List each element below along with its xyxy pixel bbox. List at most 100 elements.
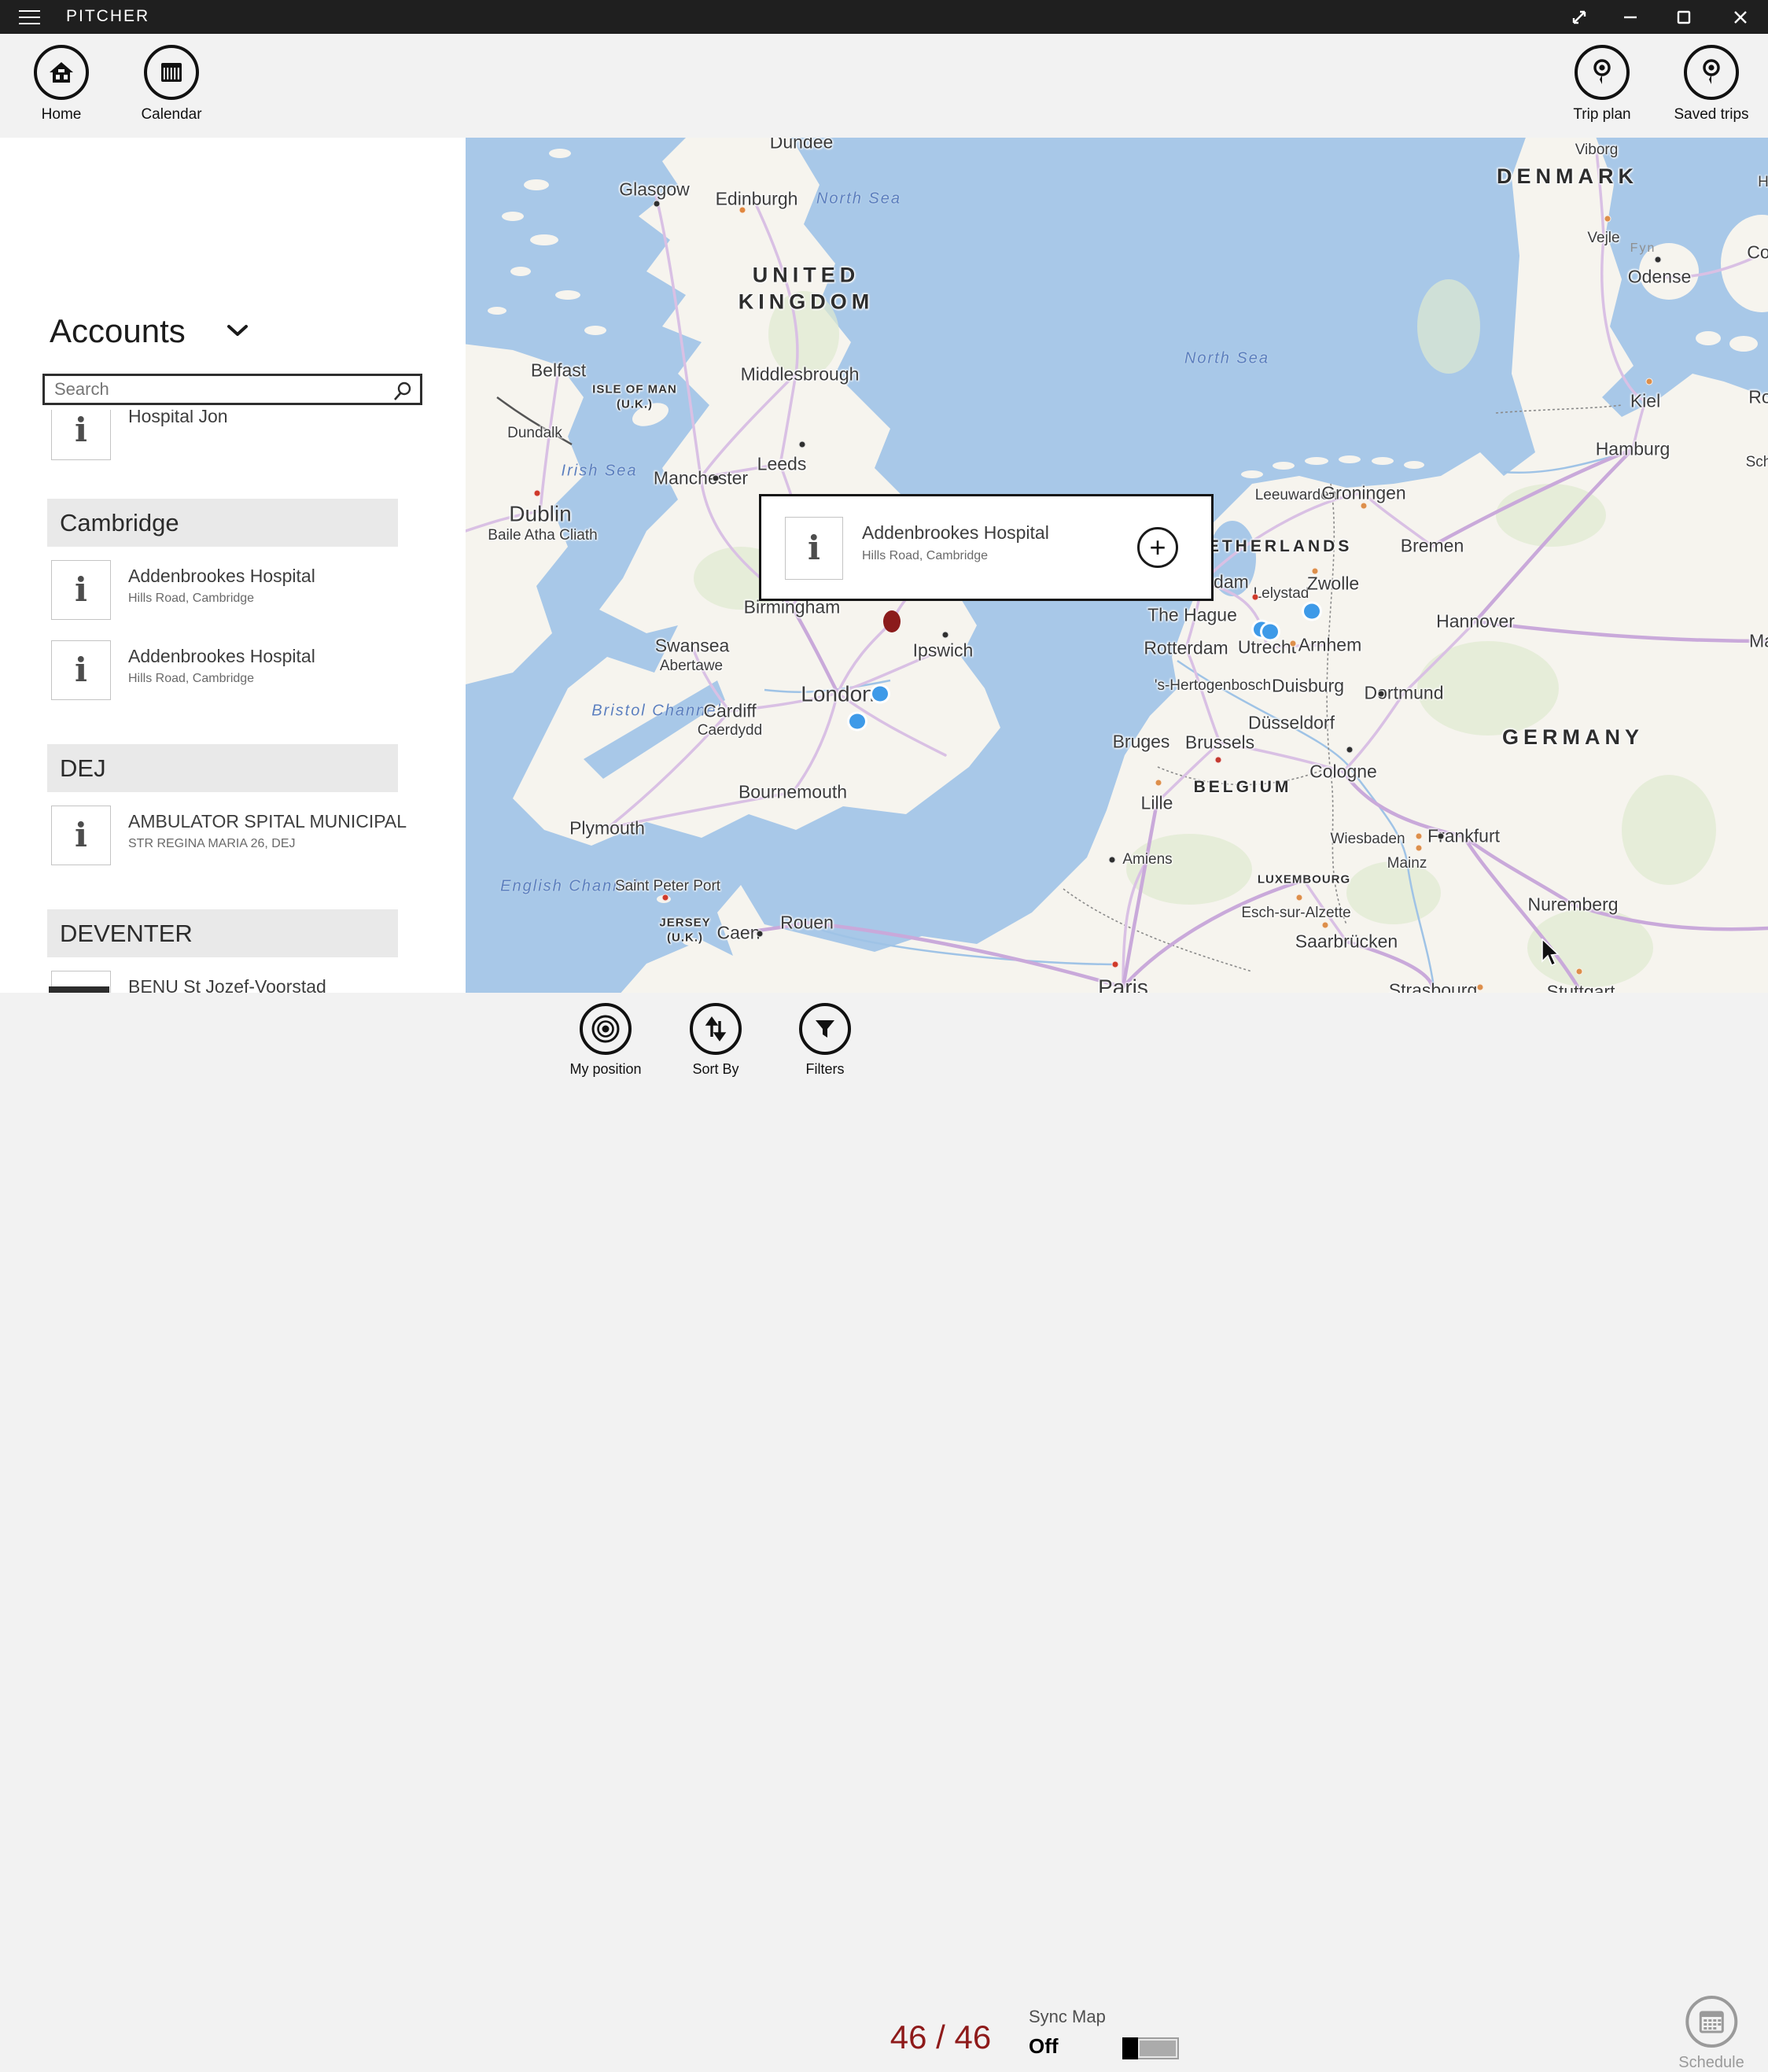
map-label: Kiel xyxy=(1630,390,1660,413)
mouse-cursor xyxy=(1541,938,1564,968)
list-item-title: AMBULATOR SPITAL MUNICIPAL xyxy=(128,811,407,832)
map-label: Esch-sur-Alzette xyxy=(1241,904,1350,923)
map-label: Duisburg xyxy=(1272,675,1344,698)
list-item[interactable]: iBENU St Jozef-VoorstadLouis Pasteurstra… xyxy=(51,971,466,993)
clipped-item-icon xyxy=(49,986,109,993)
maximize-icon[interactable] xyxy=(1658,0,1710,34)
city-dot xyxy=(942,632,949,639)
map-label: LUXEMBOURG xyxy=(1258,873,1350,888)
filter-icon xyxy=(799,1003,851,1055)
city-dot xyxy=(739,207,746,214)
info-icon: i xyxy=(51,560,111,620)
sort-icon xyxy=(690,1003,742,1055)
map-pin-blue[interactable] xyxy=(1302,602,1322,621)
info-icon: i xyxy=(51,410,111,460)
nav-button-calendar[interactable]: Calendar xyxy=(116,45,227,124)
map-label: Co xyxy=(1747,241,1768,264)
map-label: Bruges xyxy=(1113,731,1170,754)
search-input[interactable] xyxy=(45,376,420,403)
map-label: Düsseldorf xyxy=(1248,712,1335,735)
city-dot xyxy=(1416,845,1423,852)
map-label: JERSEY (U.K.) xyxy=(659,916,710,946)
map-label: BELGIUM xyxy=(1194,777,1292,798)
city-dot xyxy=(1112,961,1119,968)
map-label: Irish Sea xyxy=(562,462,638,481)
nav-button-label: Saved trips xyxy=(1656,106,1766,124)
list-item[interactable]: iAddenbrookes HospitalHills Road, Cambri… xyxy=(51,560,466,620)
bottom-button-label: Sort By xyxy=(657,1061,775,1078)
map-label: The Hague xyxy=(1147,604,1237,627)
accounts-dropdown[interactable]: Accounts xyxy=(50,312,249,350)
schedule-calendar-icon xyxy=(1685,1996,1737,2048)
city-dot xyxy=(1109,857,1116,864)
expand-icon[interactable] xyxy=(1553,0,1605,34)
map-label: DENMARK xyxy=(1497,164,1638,190)
map-label: Dundee xyxy=(770,138,834,153)
city-dot xyxy=(1252,594,1259,601)
bottom-button-filters[interactable]: Filters xyxy=(766,1003,884,1078)
city-dot xyxy=(1290,640,1297,647)
list-item-title: Hospital Jon xyxy=(128,410,228,427)
map-popup[interactable]: i Addenbrookes Hospital Hills Road, Camb… xyxy=(759,494,1214,601)
map-label: 's-Hertogenbosch xyxy=(1155,677,1271,695)
map-label: Vejle xyxy=(1587,229,1619,248)
city-dot xyxy=(662,894,669,901)
map-label: Caerdydd xyxy=(698,721,762,740)
map-label: Paris xyxy=(1098,974,1148,994)
city-dot xyxy=(1655,256,1662,264)
map-label: Amiens xyxy=(1122,850,1172,869)
list-item-subtitle: Hills Road, Cambridge xyxy=(128,672,315,686)
city-dot xyxy=(1438,833,1445,840)
nav-button-home[interactable]: Home xyxy=(6,45,116,124)
results-counter: 46 / 46 xyxy=(890,2019,991,2056)
map-label: Rotterdam xyxy=(1144,637,1228,660)
list-item[interactable]: iAddenbrookes HospitalHills Road, Cambri… xyxy=(51,640,466,700)
popup-subtitle: Hills Road, Cambridge xyxy=(862,549,988,563)
info-icon: i xyxy=(785,517,843,580)
group-header-dej: DEJ xyxy=(47,744,398,792)
accounts-title: Accounts xyxy=(50,312,186,350)
map-label: Fyn xyxy=(1630,241,1656,256)
map-label: Bristol Channel xyxy=(591,702,722,721)
map-label: Dortmund xyxy=(1365,682,1444,705)
trip-pin-icon xyxy=(1575,45,1630,100)
map-label: Bremen xyxy=(1401,535,1464,558)
map[interactable]: DundeeGlasgowEdinburghNorth SeaUNITED KI… xyxy=(466,138,1768,993)
close-icon[interactable] xyxy=(1715,0,1766,34)
schedule-button[interactable]: Schedule xyxy=(1678,1996,1744,2072)
city-dot xyxy=(799,441,806,448)
search-icon[interactable] xyxy=(392,380,414,402)
hamburger-menu-icon[interactable] xyxy=(14,7,53,28)
map-label: NETHERLANDS xyxy=(1193,536,1353,557)
map-label: Saarbrücken xyxy=(1295,931,1398,953)
minimize-icon[interactable] xyxy=(1604,0,1656,34)
list-item[interactable]: i Hospital Jon xyxy=(51,410,466,460)
map-pin-blue[interactable] xyxy=(870,684,890,704)
city-dot xyxy=(534,490,541,497)
map-label: H xyxy=(1758,173,1768,192)
accounts-sidebar: Accounts i Hospital Jon CambridgeiAddenb… xyxy=(0,138,466,993)
bottom-button-sort-by[interactable]: Sort By xyxy=(657,1003,775,1078)
map-label: Strasbourg xyxy=(1389,979,1478,993)
nav-button-saved-trips[interactable]: Saved trips xyxy=(1656,45,1766,124)
list-item[interactable]: iAMBULATOR SPITAL MUNICIPALSTR REGINA MA… xyxy=(51,806,466,865)
city-dot xyxy=(1312,568,1319,575)
map-pin-red[interactable] xyxy=(883,610,901,632)
nav-button-label: Calendar xyxy=(116,106,227,124)
list-item-subtitle: Hills Road, Cambridge xyxy=(128,592,315,606)
city-dot xyxy=(1604,216,1611,223)
map-label: Zwolle xyxy=(1307,573,1359,595)
sync-map-toggle[interactable] xyxy=(1122,2037,1179,2059)
nav-button-trip-plan[interactable]: Trip plan xyxy=(1547,45,1657,124)
map-pin-blue[interactable] xyxy=(847,712,867,732)
trip-pin-icon xyxy=(1684,45,1739,100)
map-label: Abertawe xyxy=(660,657,723,676)
city-dot xyxy=(1477,984,1484,991)
add-to-trip-button[interactable]: + xyxy=(1137,527,1178,568)
map-pin-blue[interactable] xyxy=(1260,622,1280,642)
search-box xyxy=(42,374,422,405)
myposition-icon xyxy=(580,1003,632,1055)
top-toolbar: HomeCalendar Trip planSaved trips xyxy=(0,34,1768,138)
map-label: Manchester xyxy=(654,467,748,490)
bottom-button-my-position[interactable]: My position xyxy=(547,1003,665,1078)
